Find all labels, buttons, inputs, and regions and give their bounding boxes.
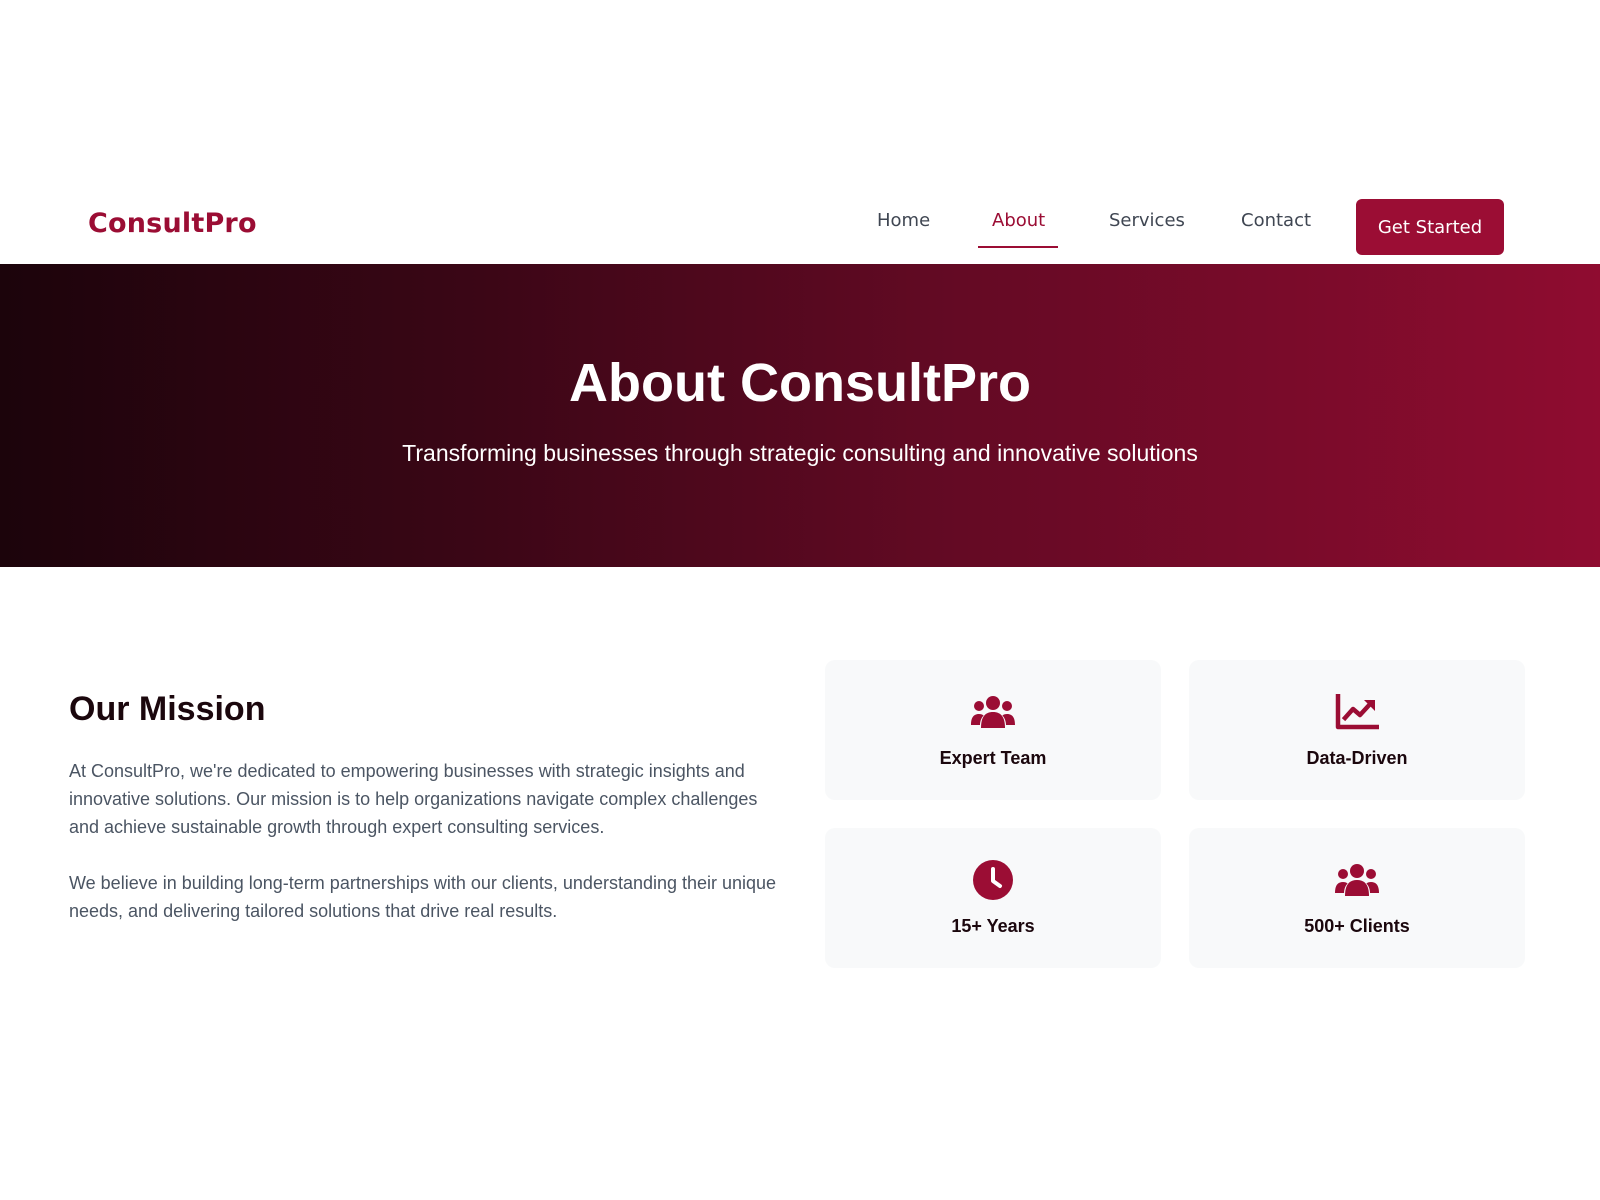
page: ConsultPro Home About Services Contact G…: [0, 0, 1600, 1200]
feature-label: 500+ Clients: [1304, 916, 1410, 936]
top-navbar: ConsultPro Home About Services Contact G…: [0, 180, 1600, 264]
nav-links: Home About Services Contact Get Started: [0, 180, 1600, 264]
feature-card-years: 15+ Years: [825, 828, 1161, 968]
nav-link-contact[interactable]: Contact: [1241, 210, 1311, 231]
active-nav-underline: [978, 246, 1058, 248]
nav-link-home[interactable]: Home: [877, 210, 930, 231]
users-icon: [1335, 860, 1379, 900]
chart-line-icon: [1335, 692, 1379, 732]
users-icon: [971, 692, 1015, 732]
feature-label: Expert Team: [939, 748, 1047, 768]
feature-card-data-driven: Data-Driven: [1189, 660, 1525, 800]
hero-banner: About ConsultPro Transforming businesses…: [0, 264, 1600, 567]
get-started-button[interactable]: Get Started: [1356, 199, 1504, 255]
clock-icon: [971, 860, 1015, 900]
nav-link-services[interactable]: Services: [1109, 210, 1185, 231]
mission-paragraph: At ConsultPro, we're dedicated to empowe…: [69, 761, 758, 837]
feature-label: 15+ Years: [951, 916, 1035, 936]
feature-label: Data-Driven: [1306, 748, 1408, 768]
mission-paragraph: We believe in building long-term partner…: [69, 873, 777, 921]
feature-card-expert-team: Expert Team: [825, 660, 1161, 800]
hero-title: About ConsultPro: [569, 353, 1031, 413]
hero-subtitle: Transforming businesses through strategi…: [402, 440, 1198, 466]
nav-link-about[interactable]: About: [992, 210, 1045, 231]
feature-card-clients: 500+ Clients: [1189, 828, 1525, 968]
mission-title: Our Mission: [69, 690, 266, 728]
mission-section: Our Mission At ConsultPro, we're dedicat…: [69, 690, 779, 925]
